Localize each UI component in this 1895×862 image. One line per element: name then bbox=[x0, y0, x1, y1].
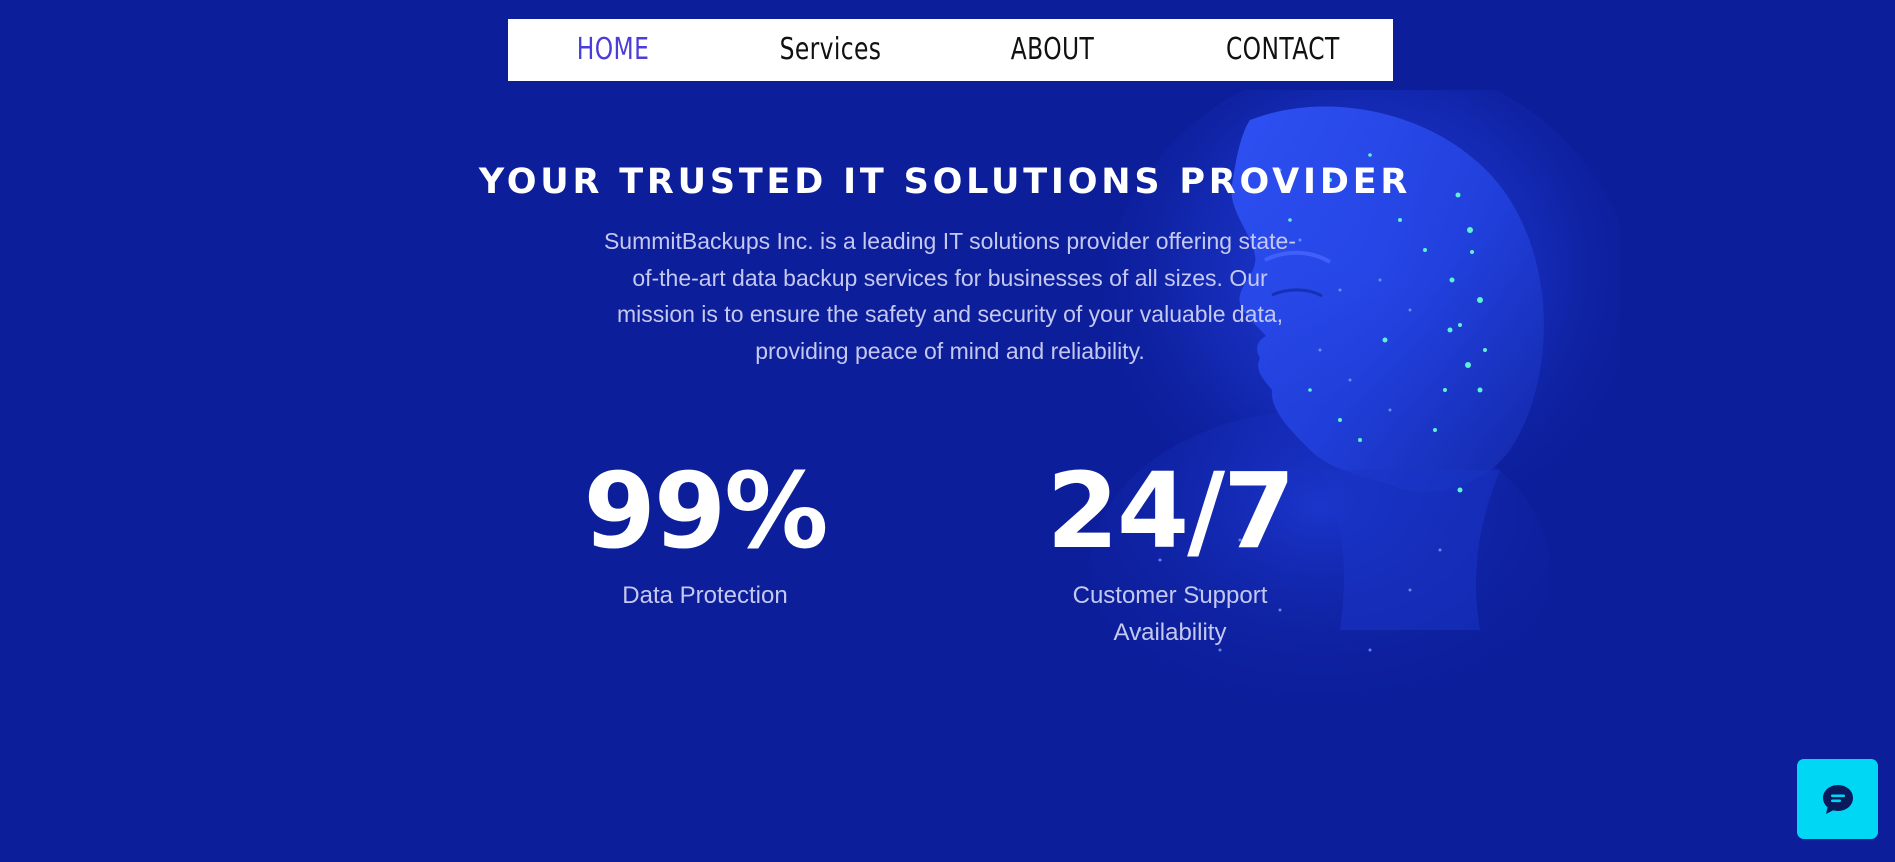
page-headline: YOUR TRUSTED IT SOLUTIONS PROVIDER bbox=[478, 162, 1412, 202]
stat-value-support: 24/7 bbox=[1046, 450, 1295, 572]
chat-bubble-icon bbox=[1822, 785, 1853, 814]
nav-item-about[interactable]: ABOUT bbox=[1008, 19, 1098, 81]
intro-paragraph: SummitBackups Inc. is a leading IT solut… bbox=[603, 228, 1297, 364]
chat-button[interactable] bbox=[1797, 759, 1878, 839]
stat-value-data-protection: 99% bbox=[583, 450, 829, 572]
stat-label-data-protection: Data Protection bbox=[622, 582, 788, 609]
main-navigation: HOME Services ABOUT CONTACT bbox=[508, 19, 1393, 81]
nav-item-services[interactable]: Services bbox=[778, 19, 883, 81]
nav-item-contact[interactable]: CONTACT bbox=[1226, 19, 1339, 81]
stat-label-support: Customer Support Availability bbox=[1072, 582, 1268, 646]
nav-item-home[interactable]: HOME bbox=[574, 19, 652, 81]
